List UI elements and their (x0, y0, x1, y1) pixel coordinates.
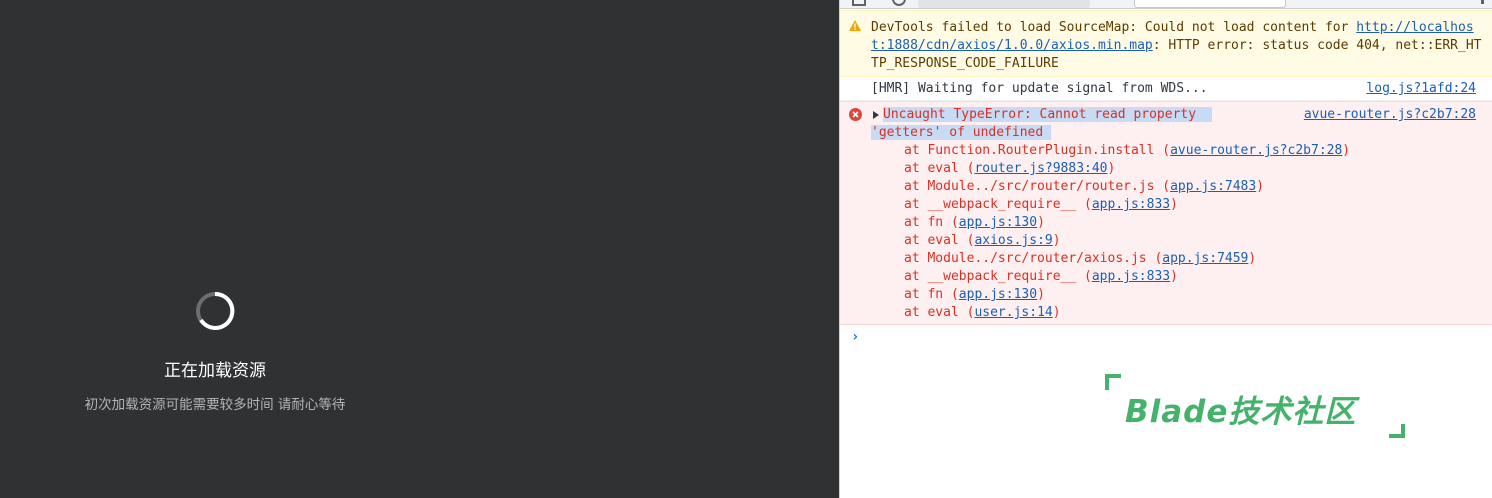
watermark-text: Blade技术社区 (1125, 394, 1357, 430)
console-log-message: [HMR] Waiting for update signal from WDS… (840, 77, 1492, 101)
console-warning-message: DevTools failed to load SourceMap: Could… (840, 10, 1492, 77)
stack-frame: at __webpack_require__ (app.js:833) (904, 197, 1178, 212)
stack-frame: at fn (app.js:130) (904, 215, 1045, 230)
warning-text: DevTools failed to load SourceMap: Could… (871, 19, 1486, 73)
settings-icon[interactable] (1481, 0, 1484, 4)
app-loading-pane: 正在加载资源 初次加载资源可能需要较多时间 请耐心等待 (0, 0, 839, 498)
loading-spinner-icon (196, 291, 235, 330)
stack-frame-link[interactable]: user.js:14 (974, 305, 1052, 320)
stack-frame: at eval (axios.js:9) (904, 233, 1061, 248)
filter-input[interactable] (918, 0, 1090, 8)
stack-frame: at Module../src/router/router.js (app.js… (904, 179, 1265, 194)
stack-frame: at fn (app.js:130) (904, 287, 1045, 302)
log-levels-dropdown[interactable] (1134, 0, 1286, 8)
console-prompt[interactable]: › (851, 328, 859, 346)
stack-frame: at __webpack_require__ (app.js:833) (904, 269, 1178, 284)
console-toolbar (840, 0, 1492, 9)
error-message-line1: Uncaught TypeError: Cannot read property (883, 106, 1212, 124)
stack-frame-link[interactable]: app.js:130 (959, 215, 1037, 230)
log-source-link[interactable]: log.js?1afd:24 (1366, 80, 1476, 98)
warning-icon (849, 20, 861, 31)
stack-frame-link[interactable]: app.js:130 (959, 287, 1037, 302)
error-message-line2: 'getters' of undefined (871, 124, 1052, 142)
loading-subtitle: 初次加载资源可能需要较多时间 请耐心等待 (84, 397, 346, 413)
stack-frame: at eval (router.js?9883:40) (904, 161, 1116, 176)
stack-frame-link[interactable]: app.js:7459 (1162, 251, 1248, 266)
stack-frame: at Function.RouterPlugin.install (avue-r… (904, 143, 1351, 158)
warning-prefix: DevTools failed to load SourceMap: Could… (871, 20, 1357, 35)
stack-frame-link[interactable]: app.js:833 (1092, 197, 1170, 212)
stack-frame: at Module../src/router/axios.js (app.js:… (904, 251, 1257, 266)
console-error-message: Uncaught TypeError: Cannot read property… (840, 101, 1492, 325)
stack-frame-link[interactable]: app.js:833 (1092, 269, 1170, 284)
error-icon (849, 108, 862, 121)
stack-frame: at eval (user.js:14) (904, 305, 1061, 320)
sidebar-toggle-icon[interactable] (852, 0, 866, 6)
loading-title: 正在加载资源 (164, 361, 266, 381)
error-source-link[interactable]: avue-router.js?c2b7:28 (1304, 106, 1476, 124)
stack-frame-link[interactable]: axios.js:9 (974, 233, 1052, 248)
clear-console-icon[interactable] (892, 0, 906, 6)
stack-frame-link[interactable]: avue-router.js?c2b7:28 (1170, 143, 1342, 158)
log-text: [HMR] Waiting for update signal from WDS… (871, 81, 1208, 96)
expand-triangle-icon[interactable] (873, 111, 879, 119)
stack-frame-link[interactable]: app.js:7483 (1170, 179, 1256, 194)
stack-frame-link[interactable]: router.js?9883:40 (974, 161, 1107, 176)
